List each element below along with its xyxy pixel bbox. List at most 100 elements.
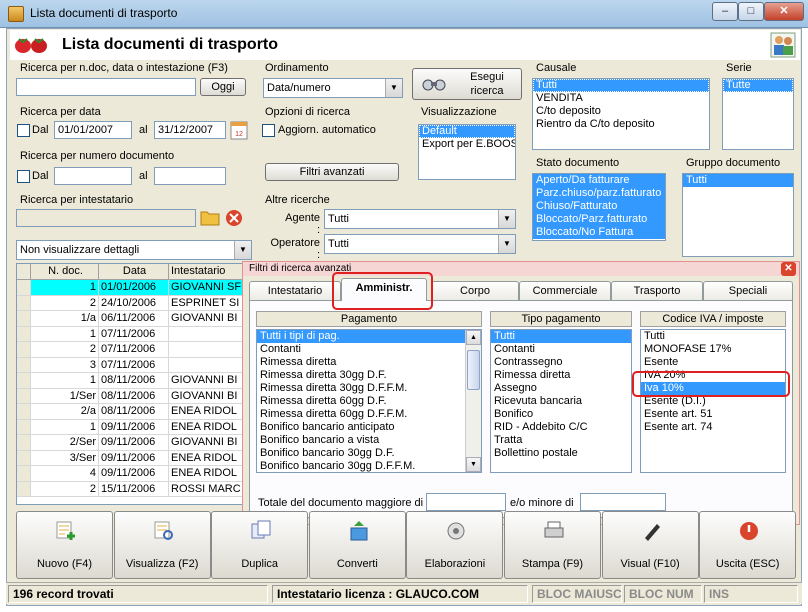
table-row[interactable]: 1 09/11/2006 ENEA RIDOL <box>17 419 255 435</box>
pagamento-item[interactable]: Bonifico bancario 30gg D.F.F.M. <box>257 460 481 472</box>
auto-update-checkbox[interactable] <box>262 124 275 137</box>
table-row[interactable]: 2 24/10/2006 ESPRINET SI <box>17 295 255 311</box>
pagamento-item[interactable]: Rimessa diretta <box>257 356 481 369</box>
table-row[interactable]: 1 08/11/2006 GIOVANNI BI <box>17 373 255 389</box>
convert-button[interactable]: Converti <box>308 511 406 579</box>
search-text-input[interactable] <box>16 78 196 96</box>
tab-corpo[interactable]: Corpo <box>431 281 519 300</box>
serie-list[interactable]: Tutte <box>722 78 794 150</box>
agent-combo[interactable]: Tutti ▼ <box>324 209 516 229</box>
date-from-input[interactable]: 01/01/2007 <box>54 121 132 139</box>
stato-item[interactable]: Aperto/Da fatturare <box>533 174 665 187</box>
pagamento-list[interactable]: Tutti i tipi di pag. Contanti Rimessa dire… <box>256 329 482 473</box>
codice-iva-item[interactable]: Tutti <box>641 330 785 343</box>
gruppo-item[interactable]: Tutti <box>683 174 793 187</box>
tipo-pagamento-item[interactable]: Contanti <box>491 343 631 356</box>
stato-item[interactable]: Bloccato/No Fattura <box>533 226 665 239</box>
tab-intestatario[interactable]: Intestatario <box>249 281 341 300</box>
close-button[interactable]: ✕ <box>764 2 804 21</box>
serie-item[interactable]: Tutte <box>723 79 793 92</box>
pagamento-item[interactable]: Rimessa diretta 60gg D.F.F.M. <box>257 408 481 421</box>
tipo-pagamento-item[interactable]: Tratta <box>491 434 631 447</box>
codice-iva-item[interactable]: Esente art. 51 <box>641 408 785 421</box>
visualization-list[interactable]: Default Export per E.BOOST <box>418 124 516 180</box>
exit-button[interactable]: Uscita (ESC) <box>699 511 797 579</box>
tab-trasporto[interactable]: Trasporto <box>611 281 703 300</box>
causale-item[interactable]: VENDITA <box>533 92 709 105</box>
pagamento-item[interactable]: Rimessa diretta 30gg D.F.F.M. <box>257 382 481 395</box>
table-row[interactable]: 4 09/11/2006 ENEA RIDOL <box>17 466 255 482</box>
tab-speciali[interactable]: Speciali <box>703 281 793 300</box>
advanced-filters-button[interactable]: Filtri avanzati <box>265 163 399 181</box>
documents-grid[interactable]: N. doc. Data Intestatario 1 01/01/2006 GIO… <box>16 263 256 505</box>
pagamento-item[interactable]: Contanti <box>257 343 481 356</box>
table-row[interactable]: 1/Ser 08/11/2006 GIOVANNI BI <box>17 388 255 404</box>
processing-button[interactable]: Elaborazioni <box>406 511 504 579</box>
minimize-button[interactable]: – <box>712 2 738 21</box>
visual-button[interactable]: Visual (F10) <box>601 511 699 579</box>
stato-documento-list[interactable]: Aperto/Da fatturare Parz.chiuso/parz.fat… <box>532 173 666 241</box>
tipo-pagamento-item[interactable]: Assegno <box>491 382 631 395</box>
duplicate-button[interactable]: Duplica <box>211 511 309 579</box>
stato-item[interactable]: Chiuso/Fatturato <box>533 200 665 213</box>
table-row[interactable]: 1 07/11/2006 <box>17 326 255 342</box>
tipo-pagamento-item[interactable]: Bonifico <box>491 408 631 421</box>
causale-item[interactable]: C/to deposito <box>533 105 709 118</box>
operator-combo[interactable]: Tutti ▼ <box>324 234 516 254</box>
grid-col-date[interactable]: Data <box>99 264 169 279</box>
total-gt-input[interactable] <box>426 493 506 511</box>
grid-col-selector[interactable] <box>17 264 31 279</box>
causale-item[interactable]: Rientro da C/to deposito <box>533 118 709 131</box>
pagamento-item[interactable]: Rimessa diretta 30gg D.F. <box>257 369 481 382</box>
table-row[interactable]: 3/Ser 09/11/2006 ENEA RIDOL <box>17 450 255 466</box>
folder-icon[interactable] <box>200 208 220 226</box>
table-row[interactable]: 2 07/11/2006 <box>17 342 255 358</box>
date-to-input[interactable]: 31/12/2007 <box>154 121 226 139</box>
table-row[interactable]: 2 15/11/2006 ROSSI MARC <box>17 481 255 497</box>
holder-input[interactable] <box>16 209 196 227</box>
calendar-icon[interactable]: 12 <box>230 120 248 140</box>
stato-item[interactable]: Parz.chiuso/parz.fatturato <box>533 187 665 200</box>
today-button[interactable]: Oggi <box>200 78 246 96</box>
gruppo-documento-list[interactable]: Tutti <box>682 173 794 257</box>
tipo-pagamento-item[interactable]: Ricevuta bancaria <box>491 395 631 408</box>
number-from-input[interactable] <box>54 167 132 185</box>
grid-col-num[interactable]: N. doc. <box>31 264 99 279</box>
tipo-pagamento-list[interactable]: Tutti Contanti Contrassegno Rimessa diretta… <box>490 329 632 473</box>
new-button[interactable]: Nuovo (F4) <box>16 511 113 579</box>
pagamento-item[interactable]: Bonifico bancario anticipato <box>257 421 481 434</box>
pagamento-scrollbar[interactable]: ▲ ▼ <box>465 330 481 472</box>
execute-search-button[interactable]: Esegui ricerca <box>412 68 522 100</box>
scroll-down-icon[interactable]: ▼ <box>466 457 481 472</box>
scroll-up-icon[interactable]: ▲ <box>466 330 481 345</box>
codice-iva-item[interactable]: Esente <box>641 356 785 369</box>
table-row[interactable]: 2/a 08/11/2006 ENEA RIDOL <box>17 404 255 420</box>
details-combo[interactable]: Non visualizzare dettagli ▼ <box>16 240 252 260</box>
tipo-pagamento-item[interactable]: RID - Addebito C/C <box>491 421 631 434</box>
tipo-pagamento-item[interactable]: Rimessa diretta <box>491 369 631 382</box>
visualization-item-default[interactable]: Default <box>419 125 515 138</box>
codice-iva-list[interactable]: Tutti MONOFASE 17% Esente IVA 20% Iva 10% Ese… <box>640 329 786 473</box>
visualization-item-export[interactable]: Export per E.BOOST <box>419 138 515 151</box>
search-number-checkbox[interactable] <box>17 170 30 183</box>
codice-iva-item[interactable]: Esente art. 74 <box>641 421 785 434</box>
print-button[interactable]: Stampa (F9) <box>504 511 601 579</box>
number-to-input[interactable] <box>154 167 226 185</box>
tipo-pagamento-item[interactable]: Contrassegno <box>491 356 631 369</box>
ordering-combo[interactable]: Data/numero ▼ <box>263 78 403 98</box>
pagamento-item[interactable]: Bonifico bancario a vista <box>257 434 481 447</box>
total-lt-input[interactable] <box>580 493 666 511</box>
pagamento-item[interactable]: Tutti i tipi di pag. <box>257 330 481 343</box>
table-row[interactable]: 3 07/11/2006 <box>17 357 255 373</box>
table-row[interactable]: 2/Ser 09/11/2006 GIOVANNI BI <box>17 435 255 451</box>
pagamento-item[interactable]: Rimessa diretta 60gg D.F. <box>257 395 481 408</box>
table-row[interactable]: 1 01/01/2006 GIOVANNI SF <box>17 280 255 296</box>
scroll-thumb[interactable] <box>467 350 480 390</box>
table-row[interactable]: 1/a 06/11/2006 GIOVANNI BI <box>17 311 255 327</box>
window-titlebar[interactable]: Lista documenti di trasporto – □ ✕ <box>0 0 808 28</box>
stato-item[interactable]: Bloccato/Parz.fatturato <box>533 213 665 226</box>
view-button[interactable]: Visualizza (F2) <box>113 511 211 579</box>
causale-item[interactable]: Tutti <box>533 79 709 92</box>
tipo-pagamento-item[interactable]: Tutti <box>491 330 631 343</box>
tab-commerciale[interactable]: Commerciale <box>519 281 611 300</box>
